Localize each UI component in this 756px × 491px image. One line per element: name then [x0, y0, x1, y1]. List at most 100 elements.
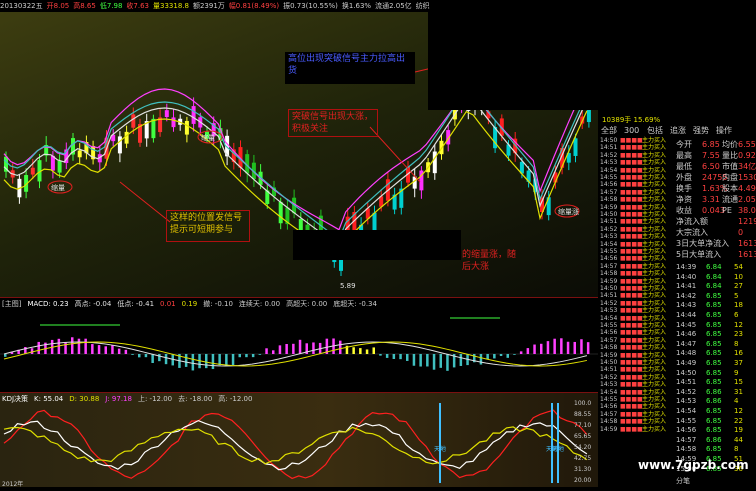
trade-name: ■■■■ — [620, 314, 643, 322]
tick-price: 6.85 — [706, 416, 722, 425]
tick-row: 14:45 6.85 12 — [676, 320, 756, 330]
tab-item[interactable]: 强势 — [693, 125, 709, 136]
tab-item[interactable]: 300 — [624, 125, 639, 136]
tick-price: 6.85 — [706, 301, 722, 310]
trade-time: 14:50 — [600, 359, 618, 366]
candle-body — [278, 201, 283, 224]
tick-volume: 23 — [734, 330, 743, 339]
tick-row: 14:48 6.85 16 — [676, 349, 756, 359]
quote-info-item: 20130322五 — [0, 2, 43, 10]
tick-volume: 12 — [734, 320, 743, 329]
macd-bar — [272, 350, 275, 354]
kdj-title-bar: KDJ决策 K: 55.04 D: 30.88 J: 97.18 上: -12.00 去:… — [2, 394, 258, 404]
tick-row: 14:46 6.85 23 — [676, 330, 756, 340]
quote-label: 5日大单流入 — [676, 250, 722, 259]
trade-name: ■■■■ — [620, 144, 643, 152]
macd-bar — [225, 354, 228, 366]
trade-name: ■■■■ — [620, 255, 643, 263]
macd-bar — [406, 354, 409, 361]
macd-bar — [184, 354, 188, 367]
quote-label-2: 流通 — [722, 195, 738, 204]
macd-value: 撤: -0.10 — [203, 300, 233, 308]
trade-time: 14:52 — [600, 151, 618, 159]
tick-volume: 15 — [734, 378, 743, 387]
macd-bar — [580, 339, 583, 354]
tick-time: 14:42 — [676, 291, 697, 300]
kdj-indicator-panel[interactable]: KDJ决策 K: 55.04 D: 30.88 J: 97.18 上: -12.00 去:… — [0, 392, 598, 488]
tab-item[interactable]: 全部 — [601, 125, 617, 136]
macd-bar — [77, 338, 81, 354]
trade-name: ■■■■ — [620, 381, 643, 389]
candle-body — [164, 110, 169, 118]
trade-type: 主力买入 — [642, 314, 667, 322]
trade-time: 14:59 — [600, 425, 618, 433]
macd-bar — [392, 354, 396, 359]
trade-name: ■■■■ — [620, 388, 643, 396]
macd-bar — [419, 354, 422, 367]
trade-type: 主力买入 — [642, 329, 667, 337]
macd-bar — [265, 348, 268, 354]
annotation-breakout-rise: 突破信号出现大涨，积极关注 — [288, 109, 378, 137]
trade-time: 14:53 — [600, 381, 618, 389]
macd-value: 低点: -0.41 — [117, 300, 155, 308]
trade-time: 14:58 — [600, 418, 618, 426]
macd-bar — [399, 354, 402, 360]
quote-value: 6.85 — [702, 140, 720, 149]
tab-item[interactable]: 追涨 — [670, 125, 686, 136]
kdj-value: 上: -12.00 — [137, 395, 173, 403]
kdj-scale-label: 100.0 — [574, 400, 591, 407]
trade-time: 14:50 — [600, 211, 618, 218]
candlestick-chart-panel[interactable]: 缩量 缩量 缩量涨 5.89 高位出现突破信号主力拉高出货 突破信号出现大涨，积极关注… — [0, 12, 598, 297]
macd-bar — [379, 354, 382, 356]
trade-time: 14:57 — [600, 410, 618, 418]
kdj-value: D: 30.88 — [69, 395, 100, 403]
tick-time: 14:47 — [676, 339, 697, 348]
tab-item[interactable]: 操作 — [716, 125, 732, 136]
quote-label-2: 内盘 — [722, 173, 738, 182]
trade-time: 14:51 — [600, 218, 618, 226]
trade-name: ■■■■ — [620, 188, 643, 196]
tab-row[interactable]: 全部 300 包括 追涨 强势 操作 — [598, 125, 756, 136]
trade-time: 14:53 — [600, 233, 618, 241]
quote-label-2: 股本 — [722, 184, 738, 193]
trade-type: 主力买入 — [642, 418, 667, 426]
mini-chart: 10389手 15.69% — [602, 115, 661, 124]
macd-bar — [97, 345, 101, 354]
tick-time: 14:48 — [676, 349, 697, 358]
tick-time: 14:44 — [676, 311, 697, 319]
trade-time: 14:55 — [600, 396, 618, 403]
macd-bar — [506, 354, 509, 358]
macd-bar — [258, 354, 262, 355]
mini-chart-panel[interactable]: 10389手 15.69% — [598, 0, 756, 125]
macd-label: [主图] — [2, 300, 22, 308]
trade-time: 14:53 — [600, 307, 618, 315]
tick-price: 6.86 — [706, 397, 722, 406]
macd-value: 高超天: 0.00 — [286, 300, 328, 308]
k-line — [3, 419, 588, 471]
quote-row: 净流入额 1219万 — [676, 216, 756, 227]
trade-type: 主力买入 — [642, 344, 667, 352]
quote-value: 7.55 — [702, 151, 720, 160]
trade-name: ■■■■ — [620, 203, 643, 211]
tab-item[interactable]: 包括 — [647, 125, 663, 136]
trade-type: 主力买入 — [642, 203, 667, 211]
tick-volume: 12 — [734, 407, 743, 415]
trade-time: 14:58 — [600, 270, 618, 278]
quote-row: 最低 6.50 市值 34亿 — [676, 161, 756, 172]
tick-footer[interactable]: 分笔 — [676, 477, 756, 486]
macd-bar — [138, 354, 141, 358]
quote-row: 3日大单净流入 1613万 — [676, 238, 756, 249]
tick-time: 14:52 — [676, 387, 697, 396]
quote-value-2: 1613万 — [738, 239, 756, 248]
tick-row: 14:44 6.85 6 — [676, 311, 756, 320]
quote-info-item: 高8.65 — [73, 2, 96, 10]
candle-body — [57, 161, 62, 173]
signal-label: 缩量 — [201, 133, 215, 142]
tick-footer-label: 分笔 — [676, 477, 690, 485]
signal-label: 缩量涨 — [558, 207, 579, 216]
macd-value: 0.01 — [160, 300, 176, 308]
trade-time: 14:54 — [600, 166, 618, 174]
trade-name: ■■■■ — [620, 396, 643, 403]
quote-label-2: 量比 — [722, 151, 738, 160]
macd-indicator-panel[interactable]: [主图] MACD: 0.23 高点: -0.04 低点: -0.41 0.01 0.19… — [0, 297, 598, 392]
